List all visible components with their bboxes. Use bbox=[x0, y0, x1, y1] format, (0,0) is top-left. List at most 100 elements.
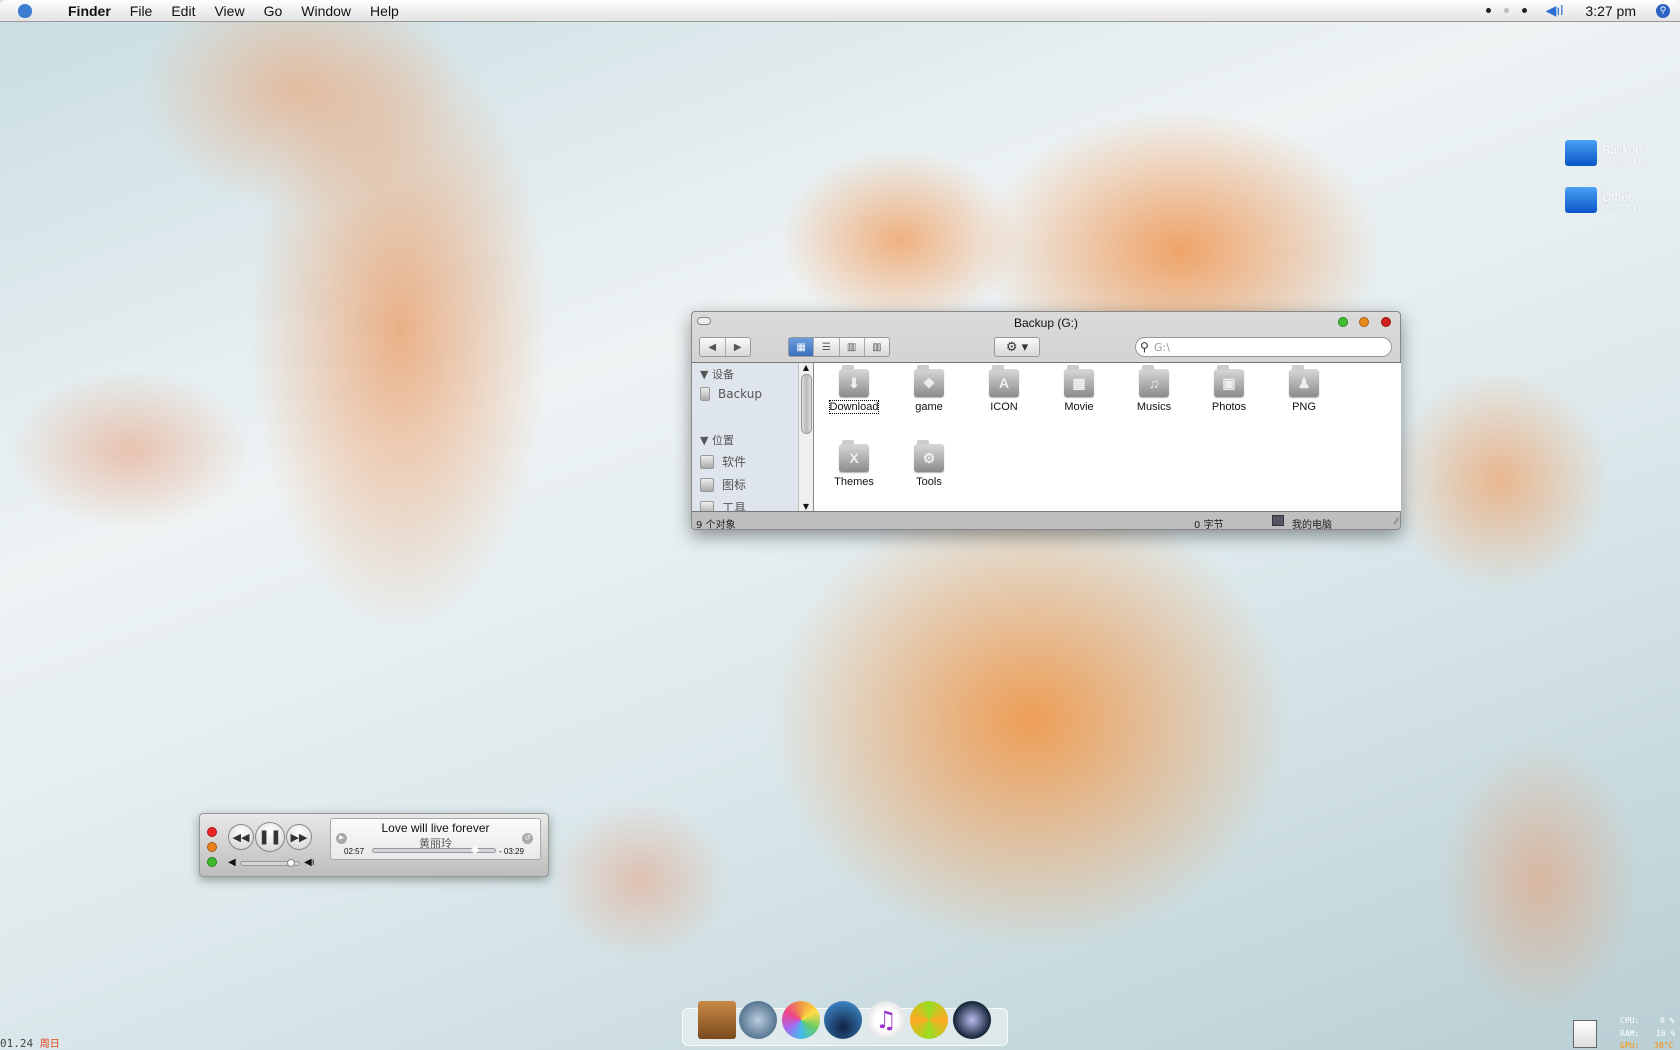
volume-low-icon: ◀ bbox=[228, 857, 236, 868]
pause-button[interactable]: ❚❚ bbox=[255, 822, 285, 852]
other-drive-icon[interactable] bbox=[1565, 187, 1597, 213]
back-button[interactable]: ◀ bbox=[700, 338, 726, 356]
progress-thumb[interactable] bbox=[470, 845, 479, 855]
menu-app-finder[interactable]: Finder bbox=[68, 3, 111, 19]
sidebar-item-icons[interactable]: 图标 bbox=[700, 476, 746, 493]
scroll-down-arrow[interactable]: ▼ bbox=[799, 502, 813, 511]
view-switcher: ▦ ☰ ▥ ▥ bbox=[788, 337, 890, 357]
coverflow-view-button[interactable]: ▥ bbox=[840, 338, 865, 356]
resize-handle[interactable]: ⁄⁄ bbox=[1395, 517, 1398, 527]
menu-go[interactable]: Go bbox=[264, 3, 283, 19]
list-view-button[interactable]: ☰ bbox=[814, 338, 840, 356]
volume-thumb[interactable] bbox=[286, 859, 295, 867]
item-count: 9 个对象 bbox=[696, 520, 736, 531]
status-dot-icon[interactable] bbox=[1485, 8, 1491, 13]
file-icon-grid: ⬇ Download ❖ game A ICON ▦ Movie ♫ Musics ▣ Photos ♟… bbox=[813, 362, 1401, 511]
desktop-label-backup[interactable]: Backup bbox=[1602, 143, 1642, 157]
sidebar-header-places[interactable]: ▼ 位置 bbox=[700, 432, 734, 448]
play-mode-icon[interactable]: ▶ bbox=[336, 833, 347, 844]
zoom-button[interactable] bbox=[1338, 317, 1348, 327]
dock-itunes-icon[interactable]: ♫ bbox=[867, 1001, 905, 1039]
volume-slider[interactable] bbox=[240, 859, 300, 867]
forward-button[interactable]: ▶ bbox=[726, 338, 751, 356]
folder-item[interactable]: ⬇ Download bbox=[819, 365, 889, 414]
app-store-icon: A bbox=[989, 365, 1019, 397]
dock-lime-icon[interactable] bbox=[910, 1001, 948, 1039]
folder-item[interactable]: ♫ Musics bbox=[1119, 365, 1189, 413]
status-dot-icon[interactable] bbox=[1503, 8, 1509, 13]
folder-label: Musics bbox=[1136, 401, 1172, 413]
dock: ♫ bbox=[682, 1001, 1008, 1046]
progress-bar[interactable] bbox=[372, 845, 496, 855]
folder-label: ICON bbox=[990, 401, 1018, 413]
column-view-button[interactable]: ▥ bbox=[865, 338, 889, 356]
folder-label: Photos bbox=[1211, 401, 1247, 413]
folder-icon bbox=[700, 500, 714, 511]
folder-icon bbox=[700, 454, 714, 469]
status-dot-icon[interactable] bbox=[1521, 8, 1527, 13]
apple-menu-icon[interactable] bbox=[18, 3, 32, 18]
search-input[interactable]: ⚲ G:\ bbox=[1135, 337, 1392, 357]
icon-view-button[interactable]: ▦ bbox=[789, 338, 815, 356]
x-icon: X bbox=[839, 440, 869, 472]
player-minimize-button[interactable] bbox=[207, 842, 217, 852]
dock-bookshelf-icon[interactable] bbox=[698, 1001, 736, 1039]
sidebar-scrollbar[interactable]: ▲ ▼ bbox=[798, 362, 813, 511]
desktop-free-backup: 28.7 GB Free bbox=[1602, 157, 1651, 166]
dock-app-icon[interactable] bbox=[953, 1001, 991, 1039]
folder-item[interactable]: ▣ Photos bbox=[1194, 365, 1264, 413]
menu-clock[interactable]: 3:27 pm bbox=[1585, 3, 1636, 19]
sidebar-item-tools[interactable]: 工具 bbox=[700, 499, 746, 511]
folder-item[interactable]: ⚙ Tools bbox=[894, 440, 964, 488]
menu-edit[interactable]: Edit bbox=[171, 3, 195, 19]
action-menu-button[interactable]: ⚙ ▾ bbox=[994, 337, 1040, 357]
menu-window[interactable]: Window bbox=[301, 3, 351, 19]
player-close-button[interactable] bbox=[207, 827, 217, 837]
minimize-button[interactable] bbox=[1359, 317, 1369, 327]
close-button[interactable] bbox=[1381, 317, 1391, 327]
date: 01.24 bbox=[0, 1037, 34, 1050]
folder-item[interactable]: X Themes bbox=[819, 440, 889, 488]
scroll-thumb[interactable] bbox=[800, 374, 812, 434]
dock-color-wheel-icon[interactable] bbox=[782, 1001, 820, 1039]
folder-item[interactable]: ▦ Movie bbox=[1044, 365, 1114, 413]
desktop-free-other: 56.5 GB Free bbox=[1602, 204, 1651, 213]
gpu-value: 38°C bbox=[1654, 1041, 1674, 1050]
game-icon: ❖ bbox=[914, 365, 944, 397]
folder-item[interactable]: A ICON bbox=[969, 365, 1039, 413]
ram-value: 16 % bbox=[1656, 1029, 1676, 1038]
next-track-button[interactable]: ▶▶ bbox=[286, 824, 312, 850]
search-icon: ⚲ bbox=[1140, 340, 1149, 354]
cpu-label: CPU: bbox=[1620, 1016, 1640, 1025]
menu-file[interactable]: File bbox=[130, 3, 153, 19]
size-label: 0 字节 bbox=[1194, 520, 1224, 531]
remaining-time: - 03:29 bbox=[499, 847, 524, 856]
menu-bar: Finder File Edit View Go Window Help ◀ıl… bbox=[0, 0, 1680, 22]
desktop-label-other[interactable]: Other bbox=[1602, 190, 1632, 204]
menu-view[interactable]: View bbox=[214, 3, 244, 19]
spotlight-icon[interactable]: ⚲ bbox=[1656, 3, 1670, 18]
menu-help[interactable]: Help bbox=[370, 3, 399, 19]
scroll-up-arrow[interactable]: ▲ bbox=[799, 363, 813, 372]
volume-icon[interactable]: ◀ıl bbox=[1546, 2, 1564, 19]
monitor-widget-icon[interactable] bbox=[1573, 1020, 1597, 1048]
player-zoom-button[interactable] bbox=[207, 857, 217, 867]
search-placeholder: G:\ bbox=[1154, 341, 1170, 354]
dock-wave-icon[interactable] bbox=[824, 1001, 862, 1039]
drive-icon bbox=[700, 387, 710, 401]
previous-track-button[interactable]: ◀◀ bbox=[228, 824, 254, 850]
backup-drive-icon[interactable] bbox=[1565, 140, 1597, 166]
sidebar: ▼ 设备 Backup ▼ 位置 软件 图标 工具 bbox=[692, 362, 798, 511]
music-note-icon: ♫ bbox=[1139, 365, 1169, 397]
folder-label: game bbox=[915, 401, 943, 413]
gpu-label: GPU: bbox=[1620, 1041, 1640, 1050]
repeat-icon[interactable]: ↺ bbox=[522, 833, 533, 844]
film-icon: ▦ bbox=[1064, 365, 1094, 397]
sidebar-item-backup[interactable]: Backup bbox=[700, 387, 762, 401]
song-title: Love will live forever bbox=[381, 821, 490, 835]
folder-item[interactable]: ♟ PNG bbox=[1269, 365, 1339, 413]
sidebar-header-devices[interactable]: ▼ 设备 bbox=[700, 366, 734, 382]
dock-media-center-icon[interactable] bbox=[739, 1001, 777, 1039]
sidebar-item-software[interactable]: 软件 bbox=[700, 453, 746, 470]
folder-item[interactable]: ❖ game bbox=[894, 365, 964, 413]
